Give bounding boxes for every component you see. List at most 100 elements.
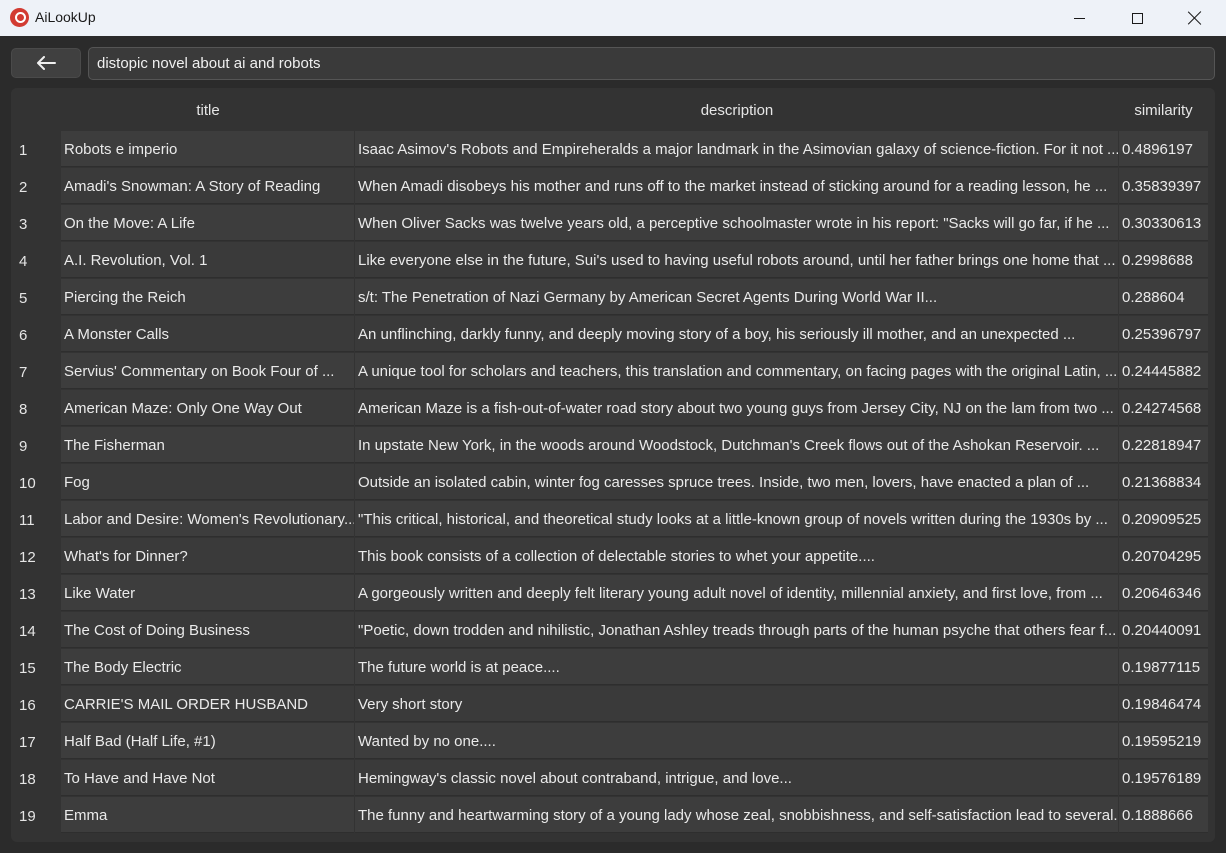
cell-title[interactable]: Fog xyxy=(61,464,354,500)
cell-description[interactable]: "This critical, historical, and theoreti… xyxy=(355,501,1118,537)
cell-title[interactable]: Piercing the Reich xyxy=(61,279,354,315)
row-number[interactable]: 1 xyxy=(11,131,61,168)
row-number[interactable]: 9 xyxy=(11,427,61,464)
column-header-description[interactable]: description xyxy=(355,102,1119,119)
row-number[interactable]: 15 xyxy=(11,649,61,686)
row-number[interactable]: 19 xyxy=(11,797,61,834)
row-number[interactable]: 12 xyxy=(11,538,61,575)
cell-description[interactable]: An unflinching, darkly funny, and deeply… xyxy=(355,316,1118,352)
cell-similarity[interactable]: 0.20704295 xyxy=(1119,538,1208,574)
cell-description[interactable]: "Poetic, down trodden and nihilistic, Jo… xyxy=(355,612,1118,648)
cell-similarity[interactable]: 0.19595219 xyxy=(1119,723,1208,759)
table-row[interactable]: 1 Robots e imperio Isaac Asimov's Robots a… xyxy=(11,131,1215,168)
column-header-title[interactable]: title xyxy=(61,102,355,119)
table-row[interactable]: 18 To Have and Have Not Hemingway's classi… xyxy=(11,760,1215,797)
row-number[interactable]: 14 xyxy=(11,612,61,649)
cell-title[interactable]: A.I. Revolution, Vol. 1 xyxy=(61,242,354,278)
row-number[interactable]: 13 xyxy=(11,575,61,612)
cell-description[interactable]: In upstate New York, in the woods around… xyxy=(355,427,1118,463)
row-number[interactable]: 10 xyxy=(11,464,61,501)
cell-similarity[interactable]: 0.22818947 xyxy=(1119,427,1208,463)
table-scrollbar[interactable] xyxy=(1208,131,1215,842)
cell-description[interactable]: When Amadi disobeys his mother and runs … xyxy=(355,168,1118,204)
cell-title[interactable]: American Maze: Only One Way Out xyxy=(61,390,354,426)
table-row[interactable]: 8 American Maze: Only One Way Out American… xyxy=(11,390,1215,427)
table-row[interactable]: 15 The Body Electric The future world is a… xyxy=(11,649,1215,686)
cell-description[interactable]: American Maze is a fish-out-of-water roa… xyxy=(355,390,1118,426)
cell-similarity[interactable]: 0.19877115 xyxy=(1119,649,1208,685)
cell-title[interactable]: Like Water xyxy=(61,575,354,611)
row-number[interactable]: 3 xyxy=(11,205,61,242)
cell-similarity[interactable]: 0.25396797 xyxy=(1119,316,1208,352)
cell-description[interactable]: Hemingway's classic novel about contraba… xyxy=(355,760,1118,796)
close-button[interactable] xyxy=(1166,0,1224,36)
table-row[interactable]: 10 Fog Outside an isolated cabin, winter f… xyxy=(11,464,1215,501)
table-row[interactable]: 11 Labor and Desire: Women's Revolutionar… xyxy=(11,501,1215,538)
row-number[interactable]: 17 xyxy=(11,723,61,760)
row-number[interactable]: 8 xyxy=(11,390,61,427)
cell-description[interactable]: A unique tool for scholars and teachers,… xyxy=(355,353,1118,389)
cell-title[interactable]: To Have and Have Not xyxy=(61,760,354,796)
cell-similarity[interactable]: 0.21368834 xyxy=(1119,464,1208,500)
cell-similarity[interactable]: 0.30330613 xyxy=(1119,205,1208,241)
cell-title[interactable]: CARRIE'S MAIL ORDER HUSBAND xyxy=(61,686,354,722)
cell-title[interactable]: Half Bad (Half Life, #1) xyxy=(61,723,354,759)
table-row[interactable]: 2 Amadi's Snowman: A Story of Reading When… xyxy=(11,168,1215,205)
table-row[interactable]: 12 What's for Dinner? This book consists o… xyxy=(11,538,1215,575)
row-number[interactable]: 2 xyxy=(11,168,61,205)
row-number[interactable]: 6 xyxy=(11,316,61,353)
row-number[interactable]: 5 xyxy=(11,279,61,316)
cell-description[interactable]: s/t: The Penetration of Nazi Germany by … xyxy=(355,279,1118,315)
cell-title[interactable]: Servius' Commentary on Book Four of ... xyxy=(61,353,354,389)
table-row[interactable]: 6A Monster Calls An unflinching, darkly f… xyxy=(11,316,1215,353)
cell-description[interactable]: Outside an isolated cabin, winter fog ca… xyxy=(355,464,1118,500)
cell-description[interactable]: Very short story xyxy=(355,686,1118,722)
cell-similarity[interactable]: 0.20646346 xyxy=(1119,575,1208,611)
back-button[interactable] xyxy=(11,48,81,78)
cell-similarity[interactable]: 0.24274568 xyxy=(1119,390,1208,426)
row-number[interactable]: 16 xyxy=(11,686,61,723)
cell-title[interactable]: The Body Electric xyxy=(61,649,354,685)
cell-title[interactable]: Robots e imperio xyxy=(61,131,354,167)
cell-description[interactable]: Wanted by no one.... xyxy=(355,723,1118,759)
row-number[interactable]: 18 xyxy=(11,760,61,797)
cell-description[interactable]: The future world is at peace.... xyxy=(355,649,1118,685)
row-number[interactable]: 11 xyxy=(11,501,61,538)
table-row[interactable]: 19 Emma The funny and heartwarming story o… xyxy=(11,797,1215,834)
table-row[interactable]: 16 CARRIE'S MAIL ORDER HUSBAND Very short … xyxy=(11,686,1215,723)
cell-similarity[interactable]: 0.20909525 xyxy=(1119,501,1208,537)
search-input[interactable] xyxy=(88,47,1215,80)
cell-title[interactable]: On the Move: A Life xyxy=(61,205,354,241)
cell-description[interactable]: A gorgeously written and deeply felt lit… xyxy=(355,575,1118,611)
table-row[interactable]: 5 Piercing the Reich s/t: The Penetration … xyxy=(11,279,1215,316)
cell-similarity[interactable]: 0.2998688 xyxy=(1119,242,1208,278)
cell-similarity[interactable]: 0.24445882 xyxy=(1119,353,1208,389)
minimize-button[interactable] xyxy=(1050,0,1108,36)
cell-title[interactable]: The Cost of Doing Business xyxy=(61,612,354,648)
table-row[interactable]: 9 The Fisherman In upstate New York, in th… xyxy=(11,427,1215,464)
cell-similarity[interactable]: 0.4896197 xyxy=(1119,131,1208,167)
maximize-button[interactable] xyxy=(1108,0,1166,36)
cell-description[interactable]: This book consists of a collection of de… xyxy=(355,538,1118,574)
cell-title[interactable]: Emma xyxy=(61,797,354,833)
table-row[interactable]: 3 On the Move: A Life When Oliver Sacks wa… xyxy=(11,205,1215,242)
table-row[interactable]: 17 Half Bad (Half Life, #1) Wanted by no o… xyxy=(11,723,1215,760)
cell-description[interactable]: The funny and heartwarming story of a yo… xyxy=(355,797,1118,833)
row-number[interactable]: 7 xyxy=(11,353,61,390)
table-row[interactable]: 7 Servius' Commentary on Book Four of ...… xyxy=(11,353,1215,390)
cell-title[interactable]: A Monster Calls xyxy=(61,316,354,352)
cell-description[interactable]: Like everyone else in the future, Sui's … xyxy=(355,242,1118,278)
cell-similarity[interactable]: 0.35839397 xyxy=(1119,168,1208,204)
cell-title[interactable]: The Fisherman xyxy=(61,427,354,463)
cell-title[interactable]: Labor and Desire: Women's Revolutionary.… xyxy=(61,501,354,537)
table-row[interactable]: 4 A.I. Revolution, Vol. 1 Like everyone el… xyxy=(11,242,1215,279)
cell-similarity[interactable]: 0.20440091 xyxy=(1119,612,1208,648)
cell-similarity[interactable]: 0.19846474 xyxy=(1119,686,1208,722)
cell-title[interactable]: Amadi's Snowman: A Story of Reading xyxy=(61,168,354,204)
cell-similarity[interactable]: 0.19576189 xyxy=(1119,760,1208,796)
column-header-similarity[interactable]: similarity xyxy=(1119,102,1208,119)
cell-description[interactable]: Isaac Asimov's Robots and Empireheralds … xyxy=(355,131,1118,167)
table-row[interactable]: 13 Like Water A gorgeously written and dee… xyxy=(11,575,1215,612)
cell-title[interactable]: What's for Dinner? xyxy=(61,538,354,574)
table-row[interactable]: 14 The Cost of Doing Business "Poetic, dow… xyxy=(11,612,1215,649)
